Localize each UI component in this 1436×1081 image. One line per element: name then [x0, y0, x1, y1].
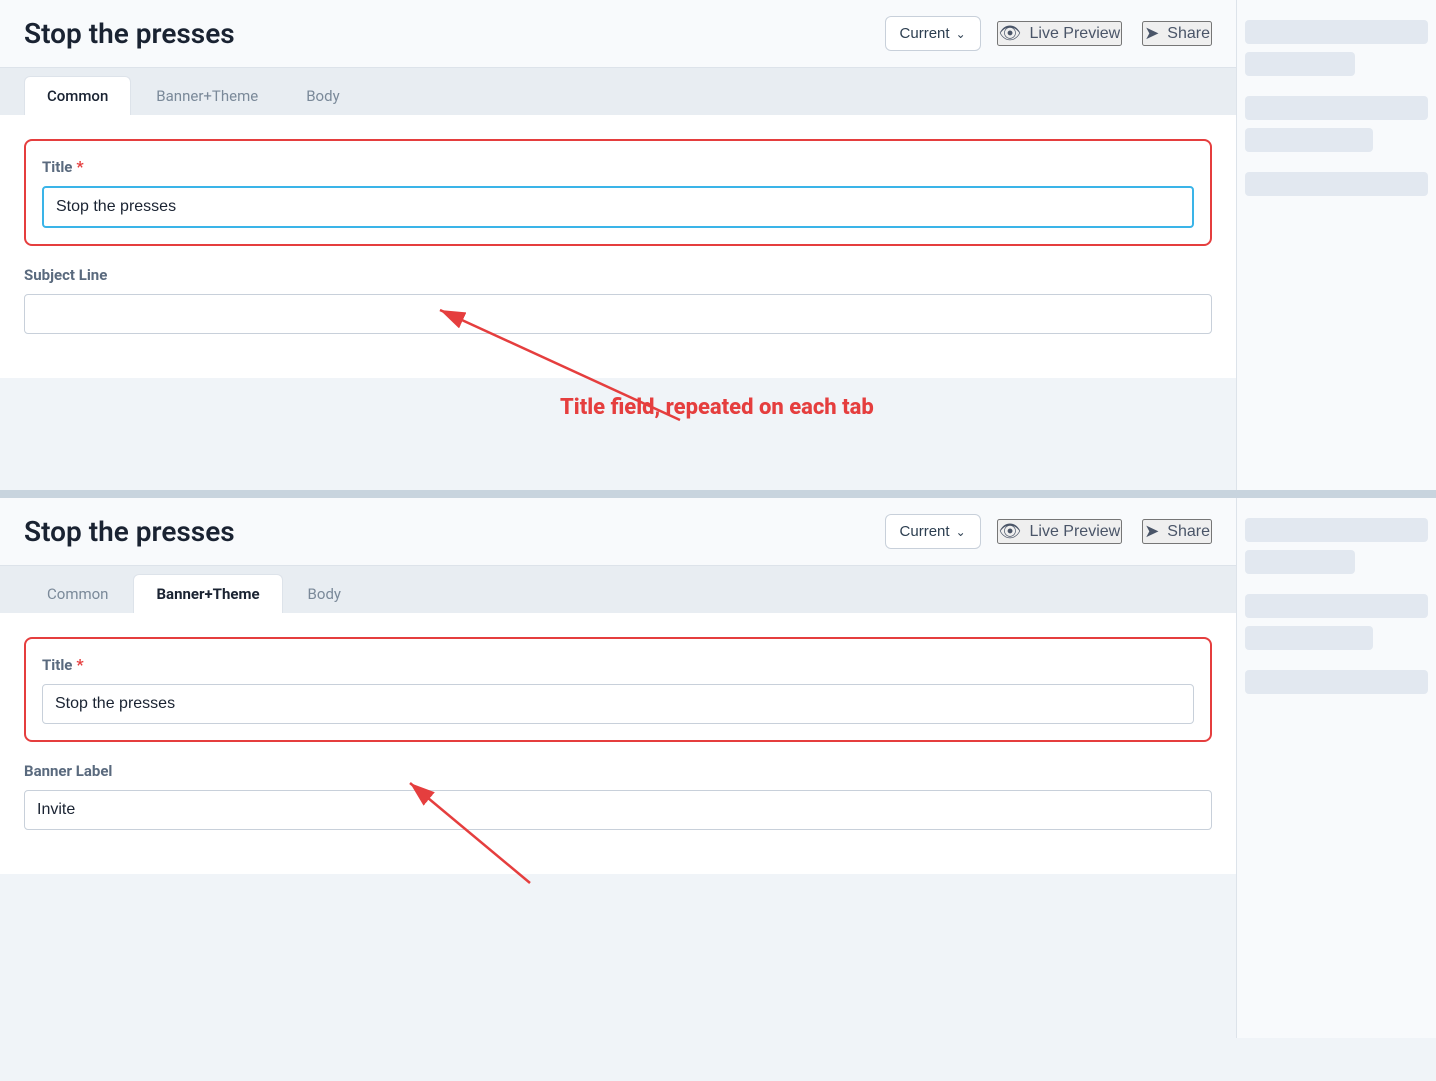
- share-button-1[interactable]: ➤ Share: [1142, 21, 1212, 46]
- right-sidebar-2: [1236, 498, 1436, 1038]
- panel-divider: [0, 490, 1436, 498]
- title-field-section-1: Title *: [24, 139, 1212, 246]
- panel1-header: Stop the presses Current ⌄ 👁 Live Previe…: [0, 0, 1236, 68]
- sidebar-stub-9: [1245, 626, 1373, 650]
- sidebar-stub-6: [1245, 518, 1428, 542]
- share-label-1: Share: [1167, 25, 1210, 43]
- chevron-down-icon-2: ⌄: [956, 525, 966, 539]
- title-label-2: Title *: [42, 655, 1194, 674]
- panel2-header: Stop the presses Current ⌄ 👁 Live Previe…: [0, 498, 1236, 566]
- sidebar-stub-7: [1245, 550, 1355, 574]
- sidebar-stub-10: [1245, 670, 1428, 694]
- required-star-1: *: [76, 157, 83, 176]
- tabs-bar-2: Common Banner+Theme Body: [0, 566, 1236, 613]
- eye-icon-1: 👁: [999, 23, 1022, 44]
- panel2-content: Title * Banner Label: [0, 613, 1236, 874]
- banner-label-label: Banner Label: [24, 762, 1212, 780]
- live-preview-button-1[interactable]: 👁 Live Preview: [997, 21, 1123, 46]
- sidebar-stub-2: [1245, 52, 1355, 76]
- sidebar-stub-3: [1245, 96, 1428, 120]
- panel-top: Stop the presses Current ⌄ 👁 Live Previe…: [0, 0, 1436, 490]
- right-sidebar-1: [1236, 0, 1436, 490]
- sidebar-stub-4: [1245, 128, 1373, 152]
- sidebar-stub-5: [1245, 172, 1428, 196]
- subject-line-label: Subject Line: [24, 266, 1212, 284]
- tab-body-1[interactable]: Body: [283, 76, 362, 115]
- panel1-content: Title * Subject Line: [0, 115, 1236, 378]
- header-actions-1: 👁 Live Preview ➤ Share: [997, 21, 1212, 46]
- live-preview-label-2: Live Preview: [1030, 523, 1121, 541]
- subject-line-input[interactable]: [24, 294, 1212, 334]
- panel1-title: Stop the presses: [24, 17, 869, 50]
- tab-common-1[interactable]: Common: [24, 76, 131, 115]
- live-preview-label-1: Live Preview: [1030, 25, 1121, 43]
- title-label-1: Title *: [42, 157, 1194, 176]
- required-star-2: *: [76, 655, 83, 674]
- share-label-2: Share: [1167, 523, 1210, 541]
- subject-line-section: Subject Line: [24, 266, 1212, 334]
- share-button-2[interactable]: ➤ Share: [1142, 519, 1212, 544]
- tab-body-2[interactable]: Body: [285, 574, 364, 613]
- banner-label-input[interactable]: [24, 790, 1212, 830]
- chevron-down-icon-1: ⌄: [956, 27, 966, 41]
- live-preview-button-2[interactable]: 👁 Live Preview: [997, 519, 1123, 544]
- panel2-title: Stop the presses: [24, 515, 869, 548]
- banner-label-section: Banner Label: [24, 762, 1212, 830]
- current-dropdown-1[interactable]: Current ⌄: [885, 16, 981, 51]
- title-field-section-2: Title *: [24, 637, 1212, 742]
- title-input-2[interactable]: [42, 684, 1194, 724]
- eye-icon-2: 👁: [999, 521, 1022, 542]
- panel-bottom: Stop the presses Current ⌄ 👁 Live Previe…: [0, 498, 1436, 1038]
- dropdown-label-2: Current: [900, 523, 950, 540]
- dropdown-label-1: Current: [900, 25, 950, 42]
- share-icon-2: ➤: [1144, 521, 1159, 542]
- tab-common-2[interactable]: Common: [24, 574, 131, 613]
- annotation-label-1: Title field, repeated on each tab: [560, 395, 874, 420]
- title-input-1[interactable]: [42, 186, 1194, 228]
- tab-banner-theme-2[interactable]: Banner+Theme: [133, 574, 282, 613]
- current-dropdown-2[interactable]: Current ⌄: [885, 514, 981, 549]
- tab-banner-theme-1[interactable]: Banner+Theme: [133, 76, 281, 115]
- header-actions-2: 👁 Live Preview ➤ Share: [997, 519, 1212, 544]
- sidebar-stub-1: [1245, 20, 1428, 44]
- tabs-bar-1: Common Banner+Theme Body: [0, 68, 1236, 115]
- share-icon-1: ➤: [1144, 23, 1159, 44]
- sidebar-stub-8: [1245, 594, 1428, 618]
